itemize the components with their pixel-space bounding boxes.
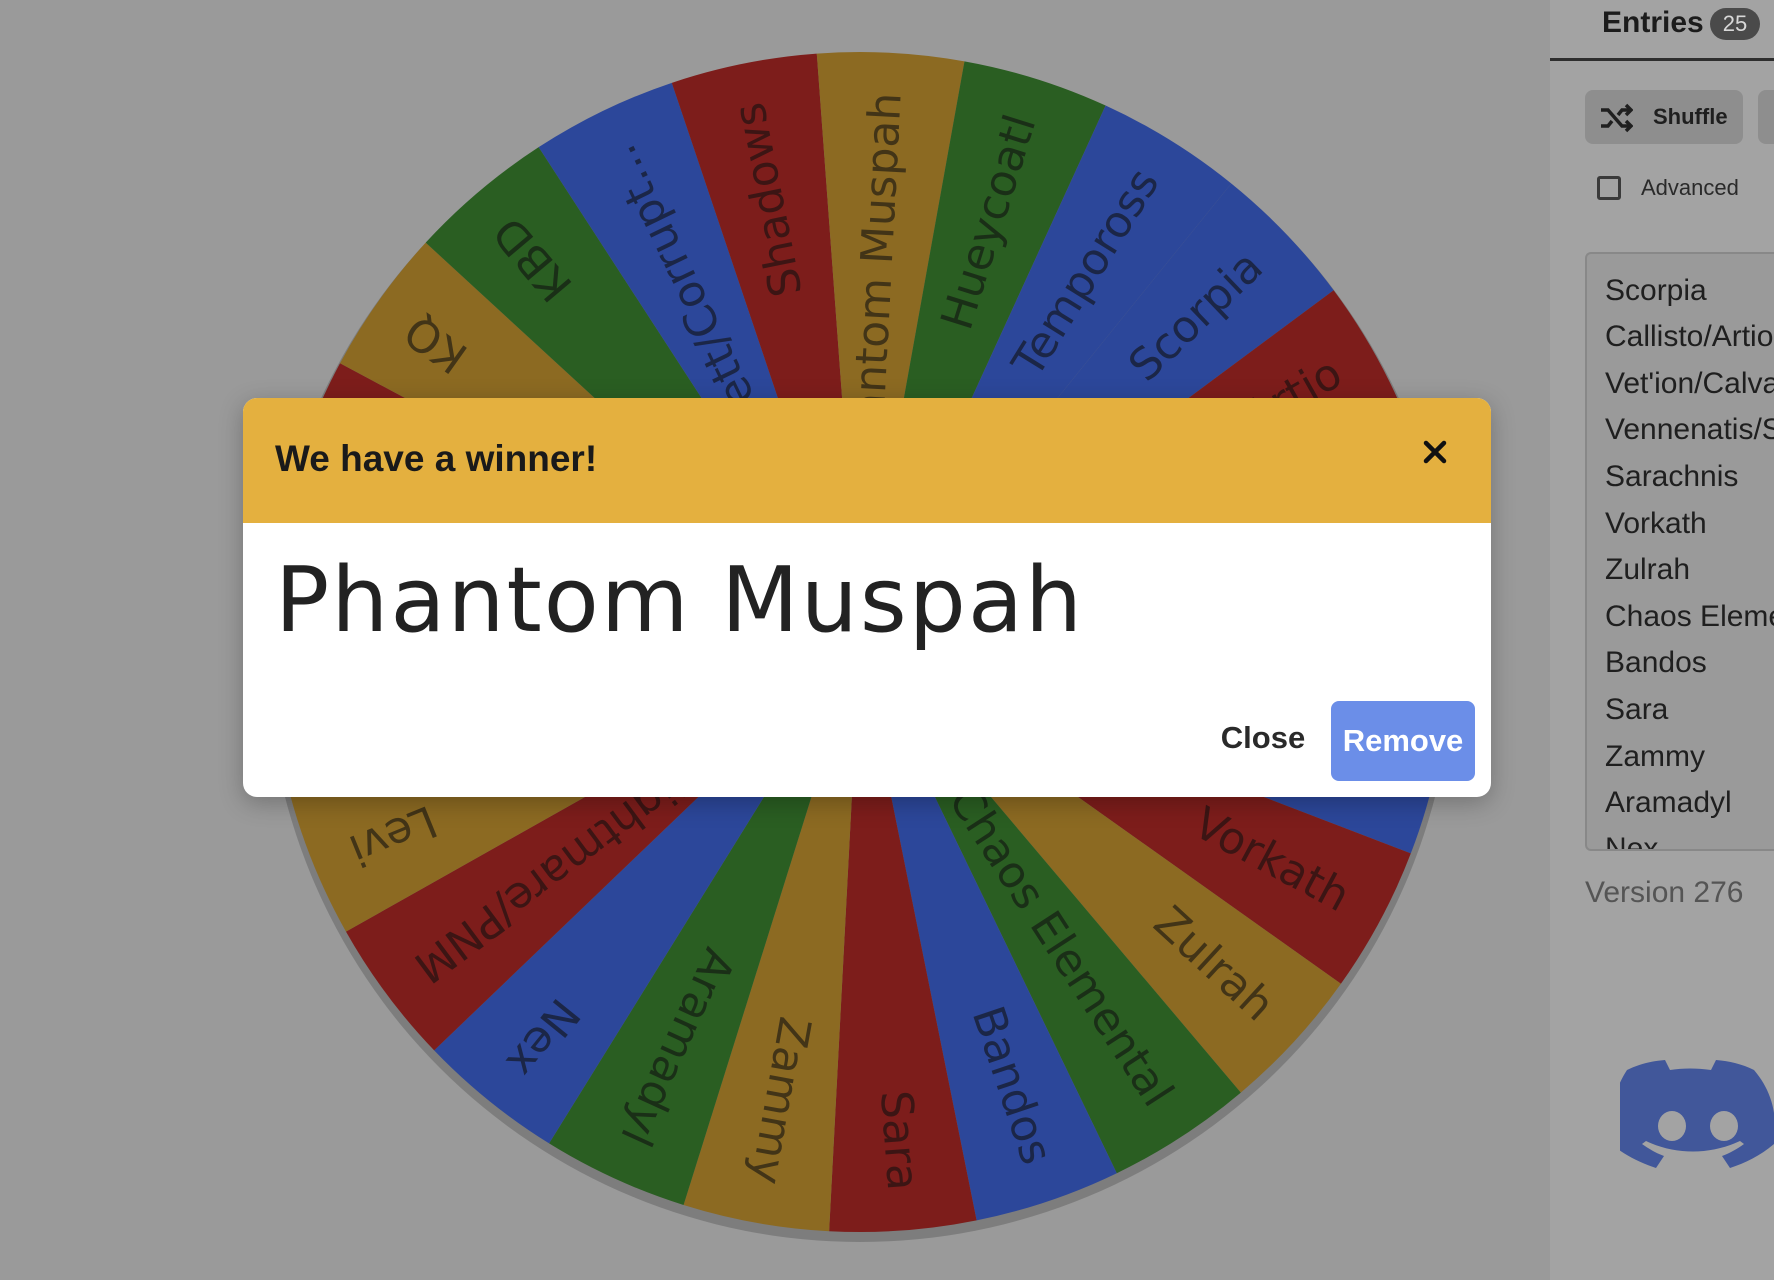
list-item: Zammy bbox=[1605, 740, 1705, 773]
list-item: Aramadyl bbox=[1605, 786, 1732, 819]
list-item: Chaos Elemental bbox=[1605, 600, 1774, 633]
list-item: Zulrah bbox=[1605, 553, 1691, 586]
close-button[interactable]: Close bbox=[1183, 708, 1343, 768]
entries-panel: Entries 25 Shuffle Advanced Scorpia Call… bbox=[1550, 0, 1774, 1280]
version-label: Version 276 bbox=[1585, 876, 1744, 909]
winner-name: Phantom Muspah bbox=[275, 548, 1085, 653]
close-icon[interactable] bbox=[1415, 432, 1455, 472]
dialog-header: We have a winner! bbox=[243, 398, 1491, 523]
list-item: Sarachnis bbox=[1605, 460, 1739, 493]
wheel-app: Scorpia Callisto/Artio Vet'ion/Calvarion Ve… bbox=[0, 0, 1774, 1280]
shuffle-label: Shuffle bbox=[1653, 104, 1728, 129]
tab-entries[interactable]: Entries 25 bbox=[1550, 0, 1774, 61]
entries-count-badge: 25 bbox=[1710, 8, 1760, 40]
entries-textarea[interactable]: Scorpia Callisto/Artio Vet'ion/Calvarion… bbox=[1585, 252, 1774, 851]
sort-button[interactable] bbox=[1758, 90, 1774, 144]
discord-icon[interactable] bbox=[1620, 1060, 1774, 1184]
list-item: Vennenatis/Spindel bbox=[1605, 413, 1774, 446]
winner-dialog: We have a winner! Phantom Muspah Close R… bbox=[243, 398, 1491, 797]
advanced-checkbox[interactable] bbox=[1597, 176, 1621, 200]
list-item: Vorkath bbox=[1605, 507, 1707, 540]
tab-entries-label: Entries bbox=[1602, 6, 1704, 39]
list-item: Nex bbox=[1605, 832, 1659, 851]
dialog-title: We have a winner! bbox=[275, 438, 598, 479]
remove-button[interactable]: Remove bbox=[1331, 701, 1475, 781]
advanced-label: Advanced bbox=[1641, 175, 1739, 200]
shuffle-icon bbox=[1601, 103, 1633, 133]
list-item: Vet'ion/Calvarion bbox=[1605, 367, 1774, 400]
list-item: Scorpia bbox=[1605, 274, 1707, 307]
shuffle-button[interactable]: Shuffle bbox=[1585, 90, 1743, 144]
list-item: Callisto/Artio bbox=[1605, 320, 1774, 353]
list-item: Bandos bbox=[1605, 646, 1707, 679]
list-item: Sara bbox=[1605, 693, 1669, 726]
wheel-segment-label: Sara bbox=[870, 1089, 928, 1192]
